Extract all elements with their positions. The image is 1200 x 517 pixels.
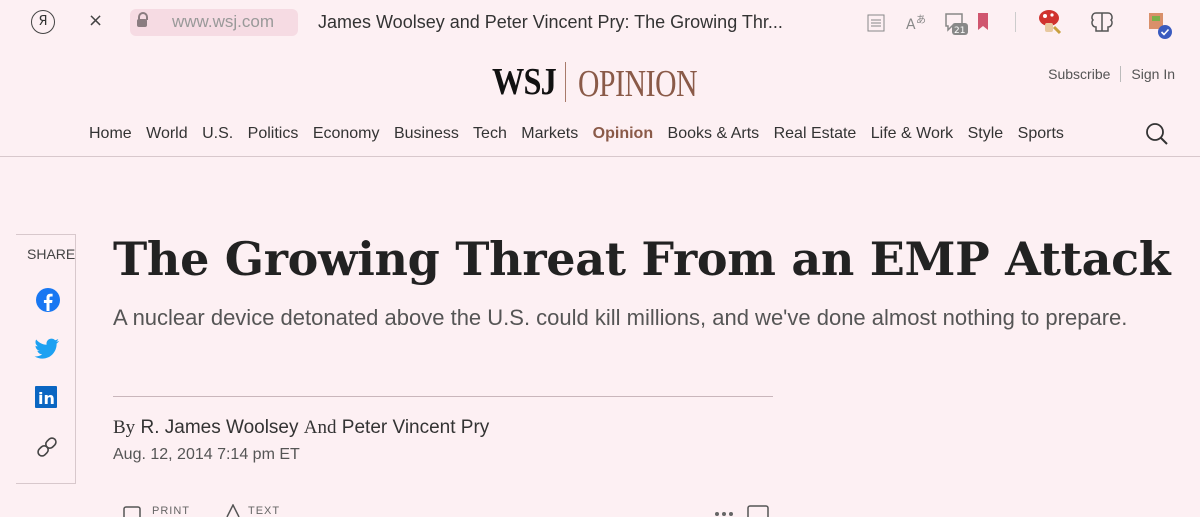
byline-prefix: By	[113, 417, 136, 438]
facebook-icon[interactable]	[35, 287, 61, 313]
print-button[interactable]: PRINT	[152, 505, 190, 517]
publish-date: Aug. 12, 2014 7:14 pm ET	[113, 446, 300, 463]
nav-item-markets[interactable]: Markets	[521, 125, 578, 142]
sign-in-link[interactable]: Sign In	[1121, 66, 1175, 82]
close-tab-icon[interactable]: ×	[88, 10, 103, 31]
extension-mushroom-icon[interactable]	[1036, 7, 1064, 37]
lock-icon[interactable]	[137, 12, 148, 27]
author-link[interactable]: Peter Vincent Pry	[342, 417, 490, 438]
twitter-icon[interactable]	[34, 338, 60, 360]
browser-toolbar: Я × www.wsj.com James Woolsey and Peter …	[0, 0, 1200, 46]
extension-brain-icon[interactable]	[1090, 9, 1114, 35]
linkedin-icon[interactable]: in	[35, 386, 63, 410]
svg-text:A: A	[906, 17, 916, 32]
search-icon[interactable]	[1145, 122, 1169, 146]
nav-item-books-arts[interactable]: Books & Arts	[668, 125, 760, 142]
page-tab-title: James Woolsey and Peter Vincent Pry: The…	[318, 12, 783, 32]
article-divider	[113, 396, 773, 397]
nav-item-us[interactable]: U.S.	[202, 125, 233, 142]
profile-avatar-icon[interactable]	[1145, 10, 1175, 40]
article-dek: A nuclear device detonated above the U.S…	[113, 305, 1128, 330]
svg-text:21: 21	[954, 26, 965, 36]
nav-item-home[interactable]: Home	[89, 125, 132, 142]
nav-item-real-estate[interactable]: Real Estate	[774, 125, 857, 142]
nav-divider	[0, 156, 1200, 157]
account-links: Subscribe Sign In	[1048, 66, 1175, 82]
share-label: SHARE	[27, 246, 76, 262]
comments-icon[interactable]	[746, 504, 772, 517]
chat-counter-icon[interactable]: 21	[942, 10, 970, 36]
byline: By R. James Woolsey And Peter Vincent Pr…	[113, 417, 489, 439]
nav-item-business[interactable]: Business	[394, 125, 459, 142]
more-options-icon[interactable]	[712, 508, 740, 517]
article-headline: The Growing Threat From an EMP Attack	[113, 232, 1171, 286]
svg-text:in: in	[38, 389, 55, 408]
print-icon[interactable]	[122, 505, 144, 517]
reader-mode-icon[interactable]	[866, 13, 886, 33]
text-size-button[interactable]: TEXT	[248, 505, 280, 517]
logo-divider	[565, 62, 566, 102]
text-size-icon[interactable]	[226, 504, 240, 517]
nav-item-opinion[interactable]: Opinion	[593, 125, 653, 142]
subscribe-link[interactable]: Subscribe	[1048, 66, 1122, 82]
nav-item-politics[interactable]: Politics	[248, 125, 299, 142]
translate-icon[interactable]: A あ	[905, 12, 927, 32]
byline-conjunction: And	[303, 417, 337, 438]
wsj-logo[interactable]: WSJ	[492, 60, 557, 104]
yandex-browser-icon[interactable]: Я	[31, 10, 55, 34]
bookmark-icon[interactable]	[976, 12, 990, 32]
nav-item-sports[interactable]: Sports	[1018, 125, 1064, 142]
section-nav: Home World U.S. Politics Economy Busines…	[89, 125, 1074, 143]
author-link[interactable]: R. James Woolsey	[140, 417, 298, 438]
nav-item-style[interactable]: Style	[968, 125, 1004, 142]
nav-item-economy[interactable]: Economy	[313, 125, 380, 142]
url-text[interactable]: www.wsj.com	[172, 12, 274, 32]
svg-text:あ: あ	[916, 14, 926, 26]
toolbar-separator	[1015, 12, 1016, 32]
copy-link-icon[interactable]	[34, 434, 60, 460]
opinion-section-logo[interactable]: OPINION	[578, 62, 698, 106]
nav-item-life-work[interactable]: Life & Work	[871, 125, 953, 142]
nav-item-tech[interactable]: Tech	[473, 125, 507, 142]
nav-item-world[interactable]: World	[146, 125, 188, 142]
